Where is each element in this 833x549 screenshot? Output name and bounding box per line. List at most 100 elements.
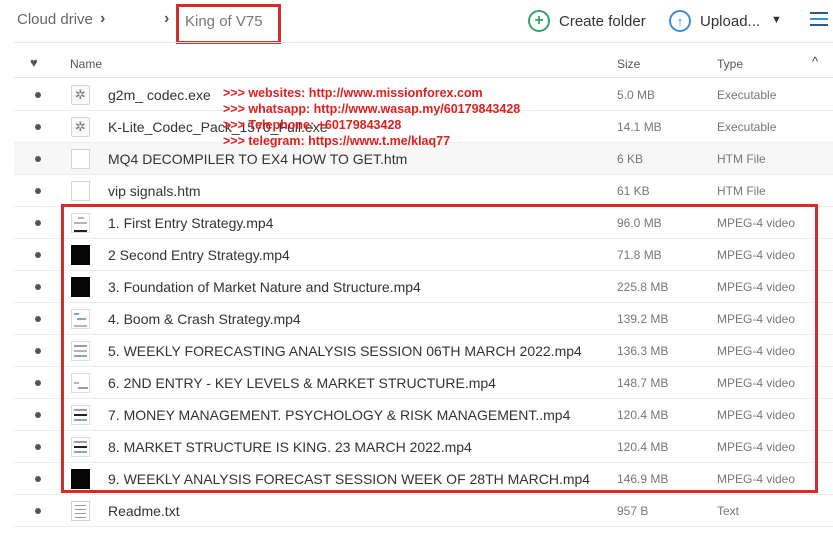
promo-line: >>> whatsapp: http://www.wasap.my/601798… <box>223 102 521 116</box>
file-row[interactable]: 2 Second Entry Strategy.mp4 71.8 MB MPEG… <box>14 239 833 271</box>
type-column-header[interactable]: Type <box>717 57 743 71</box>
breadcrumb-separator-icon: › <box>100 10 106 27</box>
file-size: 96.0 MB <box>617 216 662 230</box>
sort-ascending-icon[interactable]: ^ <box>812 54 818 69</box>
video-thumbnail-icon <box>71 405 90 425</box>
video-thumbnail-icon <box>71 469 90 489</box>
favorite-dot-icon[interactable] <box>35 92 41 98</box>
favorite-dot-icon[interactable] <box>35 156 41 162</box>
html-file-icon <box>71 149 90 169</box>
file-row[interactable]: Readme.txt 957 B Text <box>14 495 833 527</box>
file-size: 14.1 MB <box>617 120 662 134</box>
upload-dropdown-caret-icon[interactable]: ▼ <box>771 14 782 26</box>
promo-overlay: >>> websites: http://www.missionforex.co… <box>223 85 520 149</box>
file-size: 957 B <box>617 504 649 518</box>
file-size: 120.4 MB <box>617 408 669 422</box>
file-size: 225.8 MB <box>617 280 669 294</box>
file-row[interactable]: vip signals.htm 61 KB HTM File <box>14 175 833 207</box>
file-type: MPEG-4 video <box>717 248 796 262</box>
favorite-dot-icon[interactable] <box>35 444 41 450</box>
video-thumbnail-icon <box>71 373 90 393</box>
exe-gear-icon: ✲ <box>71 85 90 105</box>
file-name[interactable]: 8. MARKET STRUCTURE IS KING. 23 MARCH 20… <box>108 439 472 455</box>
file-row[interactable]: 1. First Entry Strategy.mp4 96.0 MB MPEG… <box>14 207 833 239</box>
promo-line: >>> Telephone: +60179843428 <box>223 118 402 132</box>
file-size: 148.7 MB <box>617 376 669 390</box>
breadcrumb-current-highlight: King of V75 <box>176 4 281 44</box>
plus-circle-icon: + <box>528 10 550 32</box>
favorite-dot-icon[interactable] <box>35 476 41 482</box>
file-name[interactable]: 3. Foundation of Market Nature and Struc… <box>108 279 421 295</box>
column-header: ♥ Name Size Type ^ <box>14 48 833 78</box>
html-file-icon <box>71 181 90 201</box>
file-name[interactable]: 2 Second Entry Strategy.mp4 <box>108 247 290 263</box>
file-row[interactable]: 3. Foundation of Market Nature and Struc… <box>14 271 833 303</box>
video-thumbnail-icon <box>71 277 90 297</box>
video-thumbnail-icon <box>71 213 90 233</box>
file-type: MPEG-4 video <box>717 408 796 422</box>
top-bar: Cloud drive › › King of V75 + Create fol… <box>0 0 833 44</box>
file-size: 136.3 MB <box>617 344 669 358</box>
file-type: Executable <box>717 88 777 102</box>
file-type: MPEG-4 video <box>717 216 796 230</box>
file-name[interactable]: 4. Boom & Crash Strategy.mp4 <box>108 311 301 327</box>
file-name[interactable]: 5. WEEKLY FORECASTING ANALYSIS SESSION 0… <box>108 343 582 359</box>
breadcrumb-separator-icon: › <box>164 10 170 27</box>
list-view-icon[interactable] <box>810 12 828 32</box>
upload-button[interactable]: ↑ Upload... <box>669 9 760 33</box>
favorite-dot-icon[interactable] <box>35 124 41 130</box>
video-thumbnail-icon <box>71 245 90 265</box>
file-type: MPEG-4 video <box>717 280 796 294</box>
create-folder-button[interactable]: + Create folder <box>528 9 646 33</box>
video-thumbnail-icon <box>71 341 90 361</box>
file-type: HTM File <box>717 152 766 166</box>
file-row[interactable]: 5. WEEKLY FORECASTING ANALYSIS SESSION 0… <box>14 335 833 367</box>
file-size: 146.9 MB <box>617 472 669 486</box>
favorite-dot-icon[interactable] <box>35 220 41 226</box>
upload-circle-icon: ↑ <box>669 10 691 32</box>
promo-line: >>> telegram: https://www.t.me/klaq77 <box>223 134 451 148</box>
file-row[interactable]: 4. Boom & Crash Strategy.mp4 139.2 MB MP… <box>14 303 833 335</box>
favorite-dot-icon[interactable] <box>35 412 41 418</box>
file-row[interactable]: 6. 2ND ENTRY - KEY LEVELS & MARKET STRUC… <box>14 367 833 399</box>
favorite-dot-icon[interactable] <box>35 508 41 514</box>
size-column-header[interactable]: Size <box>617 57 640 71</box>
file-size: 71.8 MB <box>617 248 662 262</box>
breadcrumb-root[interactable]: Cloud drive <box>17 11 93 28</box>
file-type: MPEG-4 video <box>717 344 796 358</box>
header-divider <box>14 42 833 43</box>
breadcrumb-current[interactable]: King of V75 <box>185 13 263 30</box>
favorite-dot-icon[interactable] <box>35 284 41 290</box>
favorite-column-icon[interactable]: ♥ <box>30 55 38 70</box>
file-name[interactable]: 6. 2ND ENTRY - KEY LEVELS & MARKET STRUC… <box>108 375 496 391</box>
file-type: MPEG-4 video <box>717 472 796 486</box>
promo-line: >>> websites: http://www.missionforex.co… <box>223 86 483 100</box>
file-name[interactable]: g2m_ codec.exe <box>108 87 211 103</box>
file-type: MPEG-4 video <box>717 376 796 390</box>
file-size: 5.0 MB <box>617 88 656 102</box>
file-name[interactable]: vip signals.htm <box>108 183 201 199</box>
file-row[interactable]: 8. MARKET STRUCTURE IS KING. 23 MARCH 20… <box>14 431 833 463</box>
file-name[interactable]: 9. WEEKLY ANALYSIS FORECAST SESSION WEEK… <box>108 471 590 487</box>
favorite-dot-icon[interactable] <box>35 348 41 354</box>
file-name[interactable]: MQ4 DECOMPILER TO EX4 HOW TO GET.htm <box>108 151 407 167</box>
favorite-dot-icon[interactable] <box>35 380 41 386</box>
file-row[interactable]: 7. MONEY MANAGEMENT. PSYCHOLOGY & RISK M… <box>14 399 833 431</box>
favorite-dot-icon[interactable] <box>35 252 41 258</box>
file-size: 6 KB <box>617 152 644 166</box>
text-file-icon <box>71 501 90 521</box>
file-type: Executable <box>717 120 777 134</box>
video-thumbnail-icon <box>71 437 90 457</box>
favorite-dot-icon[interactable] <box>35 188 41 194</box>
file-row[interactable]: 9. WEEKLY ANALYSIS FORECAST SESSION WEEK… <box>14 463 833 495</box>
file-size: 139.2 MB <box>617 312 669 326</box>
favorite-dot-icon[interactable] <box>35 316 41 322</box>
create-folder-label: Create folder <box>559 12 646 30</box>
name-column-header[interactable]: Name <box>70 57 102 71</box>
file-name[interactable]: 7. MONEY MANAGEMENT. PSYCHOLOGY & RISK M… <box>108 407 570 423</box>
file-name[interactable]: Readme.txt <box>108 503 180 519</box>
file-type: HTM File <box>717 184 766 198</box>
video-thumbnail-icon <box>71 309 90 329</box>
file-size: 61 KB <box>617 184 650 198</box>
file-name[interactable]: 1. First Entry Strategy.mp4 <box>108 215 273 231</box>
